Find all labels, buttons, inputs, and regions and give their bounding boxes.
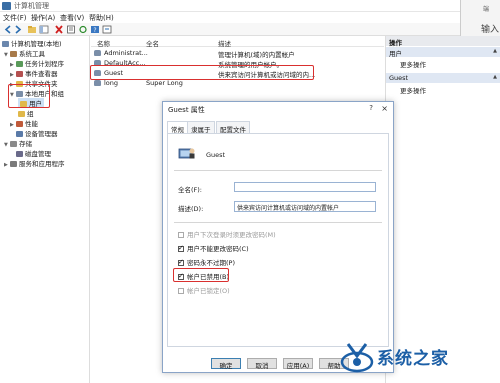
column-fullname[interactable]: 全名: [146, 38, 159, 48]
tree-item-disk-management[interactable]: 磁盘管理: [16, 148, 51, 158]
toolbar: ?: [0, 23, 500, 36]
more-actions-users[interactable]: 更多操作: [400, 59, 426, 69]
tree-item-task-scheduler[interactable]: ▶ 任务计划程序: [10, 58, 64, 68]
properties-icon[interactable]: [66, 25, 76, 34]
tree-item-performance[interactable]: ▶ 性能: [10, 118, 38, 128]
computer-icon: [2, 41, 9, 47]
apply-button[interactable]: 应用(A): [283, 358, 313, 370]
back-icon[interactable]: [3, 25, 13, 34]
watermark: 系统之家: [340, 332, 500, 383]
collapse-up-icon[interactable]: ▲: [493, 74, 497, 80]
column-name[interactable]: 名称: [97, 38, 110, 48]
delete-icon[interactable]: [54, 25, 64, 34]
actions-pane: 操作 用户 ▲ 更多操作 Guest ▲ 更多操作: [385, 36, 500, 383]
device-manager-icon: [16, 131, 23, 137]
export-list-icon[interactable]: [102, 25, 112, 34]
checkbox-account-locked[interactable]: 帐户已锁定(O): [178, 285, 230, 295]
svg-text:?: ?: [93, 27, 96, 34]
performance-icon: [16, 121, 23, 127]
user-account-icon: [178, 148, 195, 159]
column-description[interactable]: 描述: [218, 38, 231, 48]
task-scheduler-icon: [16, 61, 23, 67]
user-icon: [94, 80, 101, 86]
fullname-field[interactable]: [234, 182, 376, 192]
menu-file[interactable]: 文件(F): [3, 13, 27, 23]
highlight-guest-row: [90, 65, 314, 80]
table-row[interactable]: Administrat... 管理计算机(域)的内置帐户: [91, 48, 384, 59]
help-question-icon[interactable]: ?: [369, 104, 373, 112]
menu-bar: 文件(F) 操作(A) 查看(V) 帮助(H): [0, 12, 500, 23]
services-icon: [10, 161, 17, 167]
checkbox-must-change-password[interactable]: 用户下次登录时须更改密码(M): [178, 229, 276, 239]
checkbox-password-never-expires[interactable]: 密码永不过期(P): [178, 257, 235, 267]
tree-item-services-apps[interactable]: ▶ 服务和应用程序: [4, 158, 65, 168]
tools-icon: [10, 51, 17, 57]
highlight-account-disabled: [173, 268, 229, 282]
general-tab-panel: Guest 全名(F): 描述(D): 供来宾访问计算机或访问域的内置帐户 用户…: [167, 133, 389, 347]
up-folder-icon[interactable]: [27, 25, 37, 34]
help-icon[interactable]: ?: [90, 25, 100, 34]
tree-item-system-tools[interactable]: ▼ 系统工具: [4, 48, 45, 58]
window-title: 计算机管理: [14, 2, 49, 10]
watermark-text: 系统之家: [377, 349, 449, 369]
dialog-title: Guest 属性: [163, 102, 393, 116]
tree-item-computer-management[interactable]: 计算机管理(本地): [2, 38, 62, 48]
checkbox-icon[interactable]: [178, 232, 184, 238]
cancel-button[interactable]: 取消: [247, 358, 277, 370]
checkbox-cannot-change-password[interactable]: 用户不能更改密码(C): [178, 243, 249, 253]
tree-item-groups[interactable]: 组: [18, 108, 34, 118]
tree-item-event-viewer[interactable]: ▶ 事件查看器: [10, 68, 58, 78]
disk-icon: [16, 151, 23, 157]
divider: [174, 170, 382, 171]
watermark-logo-icon: [340, 343, 374, 373]
username-label: Guest: [206, 151, 226, 159]
divider: [174, 222, 382, 223]
checkbox-icon[interactable]: [178, 288, 184, 294]
list-header: 名称 全名 描述: [91, 36, 384, 48]
description-label: 描述(D):: [178, 205, 204, 213]
actions-group-users[interactable]: 用户 ▲: [386, 47, 500, 58]
menu-help[interactable]: 帮助(H): [89, 13, 114, 23]
highlight-local-users: [8, 84, 50, 108]
actions-header: 操作: [386, 36, 500, 47]
checkbox-checked-icon[interactable]: [178, 258, 184, 266]
event-viewer-icon: [16, 71, 23, 77]
actions-group-guest[interactable]: Guest ▲: [386, 73, 500, 83]
collapse-up-icon[interactable]: ▲: [493, 48, 497, 54]
close-icon[interactable]: ×: [381, 104, 388, 113]
show-hide-tree-icon[interactable]: [39, 25, 49, 34]
title-bar: 计算机管理: [0, 0, 500, 12]
tree-item-device-manager[interactable]: 设备管理器: [16, 128, 58, 138]
user-icon: [94, 50, 101, 56]
storage-icon: [10, 141, 17, 147]
checkbox-checked-icon[interactable]: [178, 244, 184, 252]
tab-member-of[interactable]: 隶属于: [187, 121, 215, 134]
app-icon: [2, 2, 11, 10]
description-field[interactable]: 供来宾访问计算机或访问域的内置帐户: [234, 201, 376, 212]
fullname-label: 全名(F):: [178, 186, 203, 194]
more-actions-guest[interactable]: 更多操作: [400, 85, 426, 95]
tree-item-storage[interactable]: ▼ 存储: [4, 138, 32, 148]
forward-icon[interactable]: [13, 25, 23, 34]
menu-view[interactable]: 查看(V): [60, 13, 84, 23]
background-window: 端 输入: [460, 0, 500, 36]
ok-button[interactable]: 确定: [211, 358, 241, 370]
menu-action[interactable]: 操作(A): [31, 13, 55, 23]
folder-icon: [18, 111, 25, 117]
tab-profile[interactable]: 配置文件: [216, 121, 250, 134]
refresh-icon[interactable]: [78, 25, 88, 34]
